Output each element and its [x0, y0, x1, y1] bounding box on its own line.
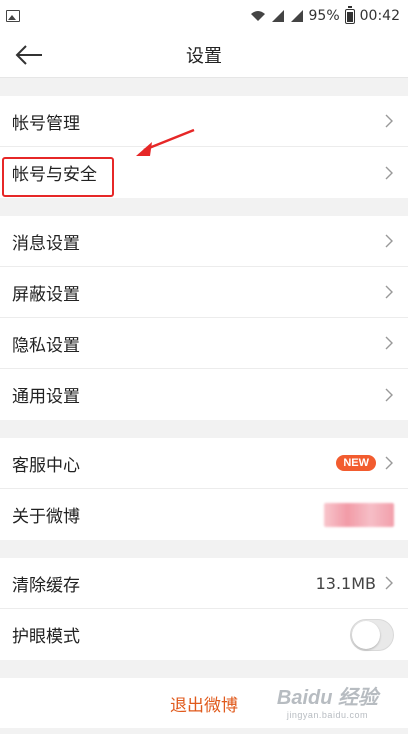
account-security-row[interactable]: 帐号与安全	[0, 147, 408, 198]
chevron-right-icon	[384, 387, 394, 403]
back-arrow-icon	[15, 45, 42, 65]
account-group: 帐号管理 帐号与安全	[0, 96, 408, 198]
chevron-right-icon	[384, 575, 394, 591]
battery-percent: 95%	[308, 8, 340, 24]
toggle-knob	[352, 620, 380, 649]
signal-icon	[271, 10, 284, 22]
settings-group: 消息设置 屏蔽设置 隐私设置 通用设置	[0, 216, 408, 420]
row-label: 隐私设置	[12, 335, 80, 356]
chevron-right-icon	[384, 455, 394, 471]
row-label: 客服中心	[12, 455, 80, 476]
row-label: 帐号与安全	[12, 165, 97, 185]
row-label: 帐号管理	[12, 113, 80, 134]
chevron-right-icon	[384, 284, 394, 300]
new-badge: NEW	[336, 455, 376, 471]
page-title: 设置	[186, 45, 222, 67]
clear-cache-row[interactable]: 清除缓存 13.1MB	[0, 558, 408, 609]
row-label: 屏蔽设置	[12, 284, 80, 305]
customer-service-row[interactable]: 客服中心 NEW	[0, 438, 408, 489]
about-weibo-row[interactable]: 关于微博	[0, 489, 408, 540]
back-button[interactable]	[14, 41, 44, 69]
row-label: 清除缓存	[12, 575, 80, 596]
cache-size: 13.1MB	[315, 573, 376, 593]
status-bar: 95% 00:42	[0, 0, 408, 32]
row-label: 通用设置	[12, 387, 80, 407]
header: 设置	[0, 32, 408, 78]
row-label: 护眼模式	[12, 627, 80, 647]
misc-group: 清除缓存 13.1MB 护眼模式	[0, 558, 408, 660]
account-management-row[interactable]: 帐号管理	[0, 96, 408, 147]
image-notification-icon	[6, 10, 20, 22]
clock: 00:42	[359, 8, 400, 24]
chevron-right-icon	[384, 165, 394, 181]
service-group: 客服中心 NEW 关于微博	[0, 438, 408, 540]
redacted-version	[324, 502, 394, 527]
block-settings-row[interactable]: 屏蔽设置	[0, 267, 408, 318]
eye-protection-toggle[interactable]	[350, 618, 394, 651]
wifi-icon	[250, 11, 265, 21]
privacy-settings-row[interactable]: 隐私设置	[0, 318, 408, 369]
row-label: 关于微博	[12, 507, 80, 527]
battery-icon	[344, 5, 355, 24]
chevron-right-icon	[384, 113, 394, 129]
general-settings-row[interactable]: 通用设置	[0, 369, 408, 420]
watermark-main: Baidu 经验	[276, 687, 378, 709]
eye-protection-row: 护眼模式	[0, 609, 408, 660]
signal-icon-2	[290, 10, 303, 22]
baidu-watermark: Baidu 经验 jingyan.baidu.com	[277, 681, 378, 720]
chevron-right-icon	[384, 233, 394, 249]
row-label: 消息设置	[12, 233, 80, 254]
message-settings-row[interactable]: 消息设置	[0, 216, 408, 267]
chevron-right-icon	[384, 335, 394, 351]
watermark-sub: jingyan.baidu.com	[286, 710, 368, 720]
